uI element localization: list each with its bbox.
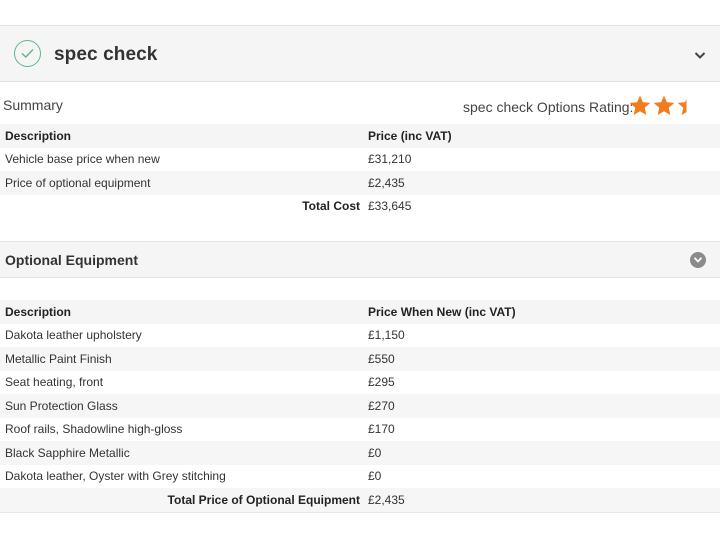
column-header: Description — [0, 300, 362, 324]
table-row: Dakota leather, Oyster with Grey stitchi… — [0, 465, 720, 489]
row-description: Price of optional equipment — [0, 171, 362, 195]
star-icon — [629, 95, 651, 115]
optional-equipment-header[interactable]: Optional Equipment — [0, 241, 720, 278]
summary-table: Description Price (inc VAT) Vehicle base… — [0, 124, 720, 218]
row-description: Sun Protection Glass — [0, 394, 362, 418]
table-row: Vehicle base price when new £31,210 — [0, 148, 720, 172]
row-description: Roof rails, Shadowline high-gloss — [5, 422, 183, 437]
table-row: Metallic Paint Finish £550 — [0, 347, 720, 371]
column-header: Price When New (inc VAT) — [362, 300, 720, 324]
total-value: £33,645 — [368, 199, 412, 214]
optional-equipment-table: Description Price When New (inc VAT) Dak… — [0, 300, 720, 512]
summary-label: Summary — [3, 97, 63, 113]
row-price: £550 — [362, 347, 720, 371]
table-row: Seat heating, front £295 — [0, 371, 720, 395]
total-label: Total Cost — [302, 199, 360, 214]
section-title: spec check — [54, 44, 158, 65]
row-price: £1,150 — [368, 328, 405, 343]
options-rating-stars — [628, 94, 698, 118]
row-description: Dakota leather upholstery — [5, 328, 142, 343]
table-row: Dakota leather upholstery £1,150 — [0, 324, 720, 348]
total-row: Total Price of Optional Equipment £2,435 — [0, 488, 720, 512]
row-price: £31,210 — [368, 152, 412, 167]
row-price: £295 — [368, 375, 395, 390]
row-price: £0 — [362, 441, 720, 465]
table-row: Sun Protection Glass £270 — [0, 394, 720, 418]
chevron-down-icon[interactable] — [694, 47, 706, 65]
row-description: Metallic Paint Finish — [0, 347, 362, 371]
row-price: £170 — [368, 422, 395, 437]
row-description: Seat heating, front — [5, 375, 104, 390]
chevron-down-circle-icon[interactable] — [690, 252, 706, 268]
rating-label: spec check Options Rating: — [463, 99, 634, 115]
half-star-icon — [677, 99, 687, 115]
star-icon — [653, 95, 675, 115]
summary-header-row: Description Price (inc VAT) — [0, 124, 720, 148]
row-price: £0 — [368, 469, 382, 484]
column-header: Price (inc VAT) — [362, 124, 720, 148]
column-header: Description — [0, 124, 362, 148]
row-description: Black Sapphire Metallic — [0, 441, 362, 465]
optional-equipment-title: Optional Equipment — [5, 252, 138, 268]
spec-check-header[interactable]: spec check — [0, 25, 720, 82]
table-row: Price of optional equipment £2,435 — [0, 171, 720, 195]
row-price: £270 — [362, 394, 720, 418]
total-label: Total Price of Optional Equipment — [0, 488, 362, 512]
row-description: Dakota leather, Oyster with Grey stitchi… — [5, 469, 226, 484]
optional-header-row: Description Price When New (inc VAT) — [0, 300, 720, 324]
table-row: Roof rails, Shadowline high-gloss £170 — [0, 418, 720, 442]
divider — [0, 512, 720, 513]
check-circle-icon — [14, 40, 41, 67]
table-row: Black Sapphire Metallic £0 — [0, 441, 720, 465]
total-value: £2,435 — [362, 488, 720, 512]
row-description: Vehicle base price when new — [5, 152, 160, 167]
row-price: £2,435 — [362, 171, 720, 195]
total-row: Total Cost £33,645 — [0, 195, 720, 219]
